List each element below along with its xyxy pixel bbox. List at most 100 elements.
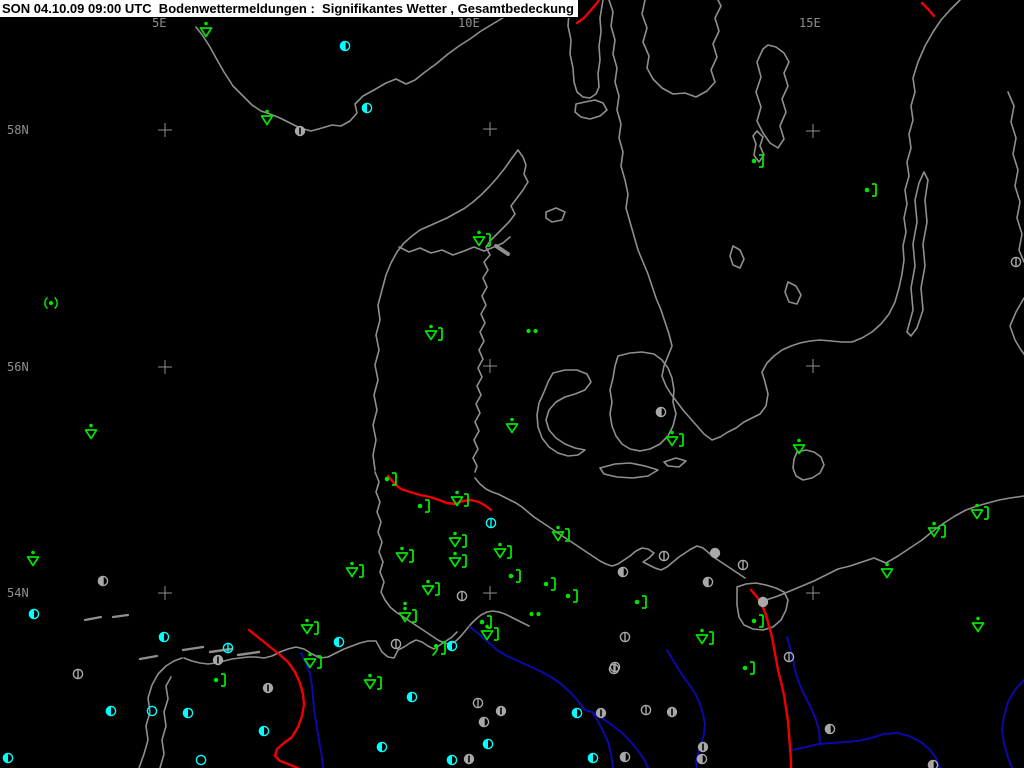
shower-dot <box>453 531 457 536</box>
bracket-mark <box>507 545 512 559</box>
shower-dot <box>797 438 801 443</box>
station-cloud-symbol <box>658 550 670 562</box>
lon-label: 10E <box>458 16 480 30</box>
station-cloud-symbol <box>666 706 678 718</box>
station-cloud-symbol <box>571 707 583 719</box>
station-cloud-symbol <box>485 517 497 529</box>
station-cloud-symbol <box>97 575 109 587</box>
shower-dot <box>556 525 560 530</box>
bracket-mark <box>359 564 364 578</box>
coastline-path <box>138 657 183 768</box>
coast-dash <box>111 613 130 619</box>
coastline-path <box>574 99 608 120</box>
coast-dash <box>181 645 205 652</box>
station-cloud-symbol <box>697 741 709 753</box>
rain-dot <box>742 665 748 671</box>
bracket-mark <box>573 589 578 603</box>
shower-triangle-icon <box>448 557 462 568</box>
station-weather-symbol <box>363 673 382 690</box>
rain-dot <box>634 599 640 605</box>
lat-label: 56N <box>7 360 29 374</box>
coastline-path <box>599 462 659 479</box>
station-cloud-symbol <box>1010 256 1022 268</box>
shower-triangle-icon <box>424 330 438 341</box>
rain-dot <box>751 618 757 624</box>
shower-triangle-icon <box>970 509 984 520</box>
station-cloud-symbol <box>182 707 194 719</box>
station-weather-symbol <box>565 589 578 603</box>
coastline-path <box>398 236 511 256</box>
grid-cross <box>158 123 172 137</box>
station-weather-symbol <box>695 628 714 645</box>
shower-dot <box>670 430 674 435</box>
shower-triangle-icon <box>792 444 806 455</box>
rain-dot <box>526 328 531 334</box>
cloud-cover-circle <box>146 705 158 717</box>
front-line <box>749 588 793 768</box>
bracket-mark <box>941 524 946 538</box>
coastline-path <box>663 457 687 468</box>
station-weather-symbol <box>448 551 467 568</box>
station-cloud-symbol <box>478 716 490 728</box>
station-weather-symbol <box>864 183 877 197</box>
bracket-mark <box>412 609 417 623</box>
station-cloud-symbol <box>262 682 274 694</box>
coast-dash <box>494 244 510 256</box>
bracket-mark <box>462 534 467 548</box>
shower-triangle-icon <box>300 624 314 635</box>
bracket-mark <box>425 499 430 513</box>
grid-cross <box>806 124 820 138</box>
rain-dot <box>417 503 423 509</box>
shower-dot <box>429 324 433 329</box>
shower-triangle-icon <box>448 537 462 548</box>
bracket-mark <box>759 614 764 628</box>
shower-dot <box>403 606 407 611</box>
station-weather-symbol <box>505 417 519 434</box>
station-weather-symbol <box>751 614 764 628</box>
river-line <box>591 711 649 768</box>
station-cloud-symbol <box>406 691 418 703</box>
coastline-path <box>195 0 542 132</box>
rain-dot <box>533 328 538 334</box>
coastline-path <box>906 171 929 337</box>
coast-dash <box>236 650 261 657</box>
shower-dot <box>265 109 269 114</box>
grid-cross <box>483 586 497 600</box>
coastline-path <box>1007 91 1024 263</box>
station-weather-symbol <box>634 595 647 609</box>
lat-label: 54N <box>7 586 29 600</box>
shower-dot <box>400 546 404 551</box>
station-weather-symbol <box>84 423 98 440</box>
rain-dot <box>48 300 54 306</box>
shower-dot <box>403 601 407 606</box>
shower-triangle-icon <box>505 423 519 434</box>
station-cloud-symbol <box>640 704 652 716</box>
shower-dot <box>498 542 502 547</box>
bracket-mark <box>679 433 684 447</box>
bracket-mark <box>516 569 521 583</box>
station-cloud-symbol <box>195 754 207 766</box>
shower-triangle-icon <box>395 552 409 563</box>
shower-triangle-icon <box>880 568 894 579</box>
shower-dot <box>305 618 309 623</box>
station-cloud-symbol <box>339 40 351 52</box>
rain-dot <box>213 677 219 683</box>
shower-triangle-icon <box>84 429 98 440</box>
shower-triangle-icon <box>260 115 274 126</box>
station-weather-symbol <box>424 324 443 341</box>
shower-dot <box>485 624 489 629</box>
station-cloud-symbol <box>482 738 494 750</box>
rain-dot <box>529 611 534 617</box>
station-weather-symbol <box>417 499 430 513</box>
bracket-mark <box>984 506 989 520</box>
fronts-layer <box>247 0 936 768</box>
bracket-mark <box>314 621 319 635</box>
station-cloud-symbol <box>446 640 458 652</box>
shower-dot <box>932 521 936 526</box>
grid-cross <box>806 586 820 600</box>
shower-dot <box>89 423 93 428</box>
station-cloud-symbol <box>361 102 373 114</box>
station-weather-symbol <box>742 661 755 675</box>
rain-dot <box>864 187 870 193</box>
station-weather-symbol <box>213 673 226 687</box>
